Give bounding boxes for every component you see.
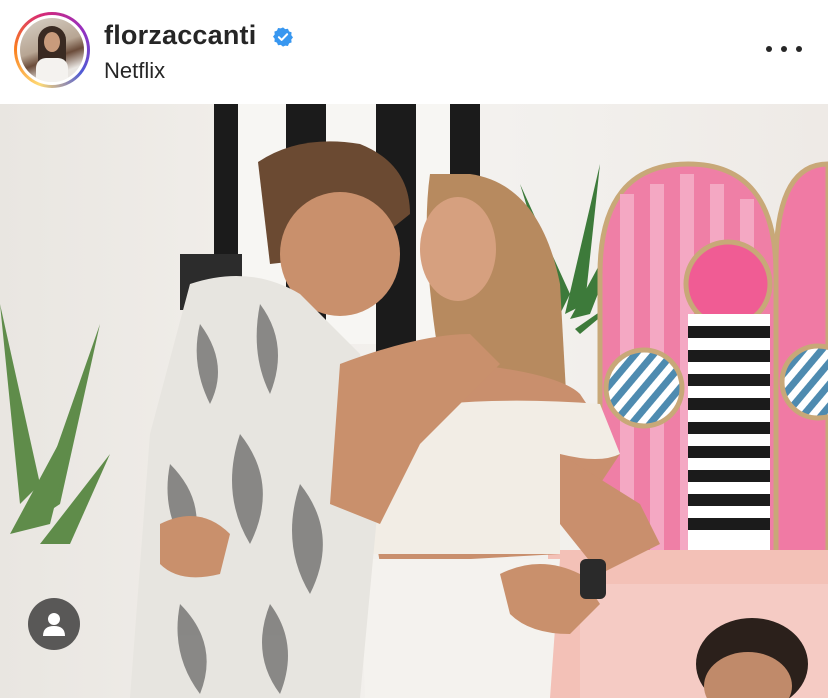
- avatar-border: [17, 15, 87, 85]
- post-header: florzaccanti Netflix: [0, 0, 828, 104]
- avatar-image: [20, 18, 84, 82]
- verified-badge-icon: [273, 27, 293, 47]
- username-link[interactable]: florzaccanti: [104, 20, 256, 51]
- photo-illustration: [0, 104, 828, 698]
- user-silhouette-icon: [43, 613, 65, 636]
- profile-avatar[interactable]: [14, 12, 90, 88]
- post-photo[interactable]: [0, 104, 828, 698]
- user-tag-icon[interactable]: [28, 598, 80, 650]
- more-options-icon[interactable]: [766, 32, 802, 66]
- location-link[interactable]: Netflix: [104, 58, 165, 84]
